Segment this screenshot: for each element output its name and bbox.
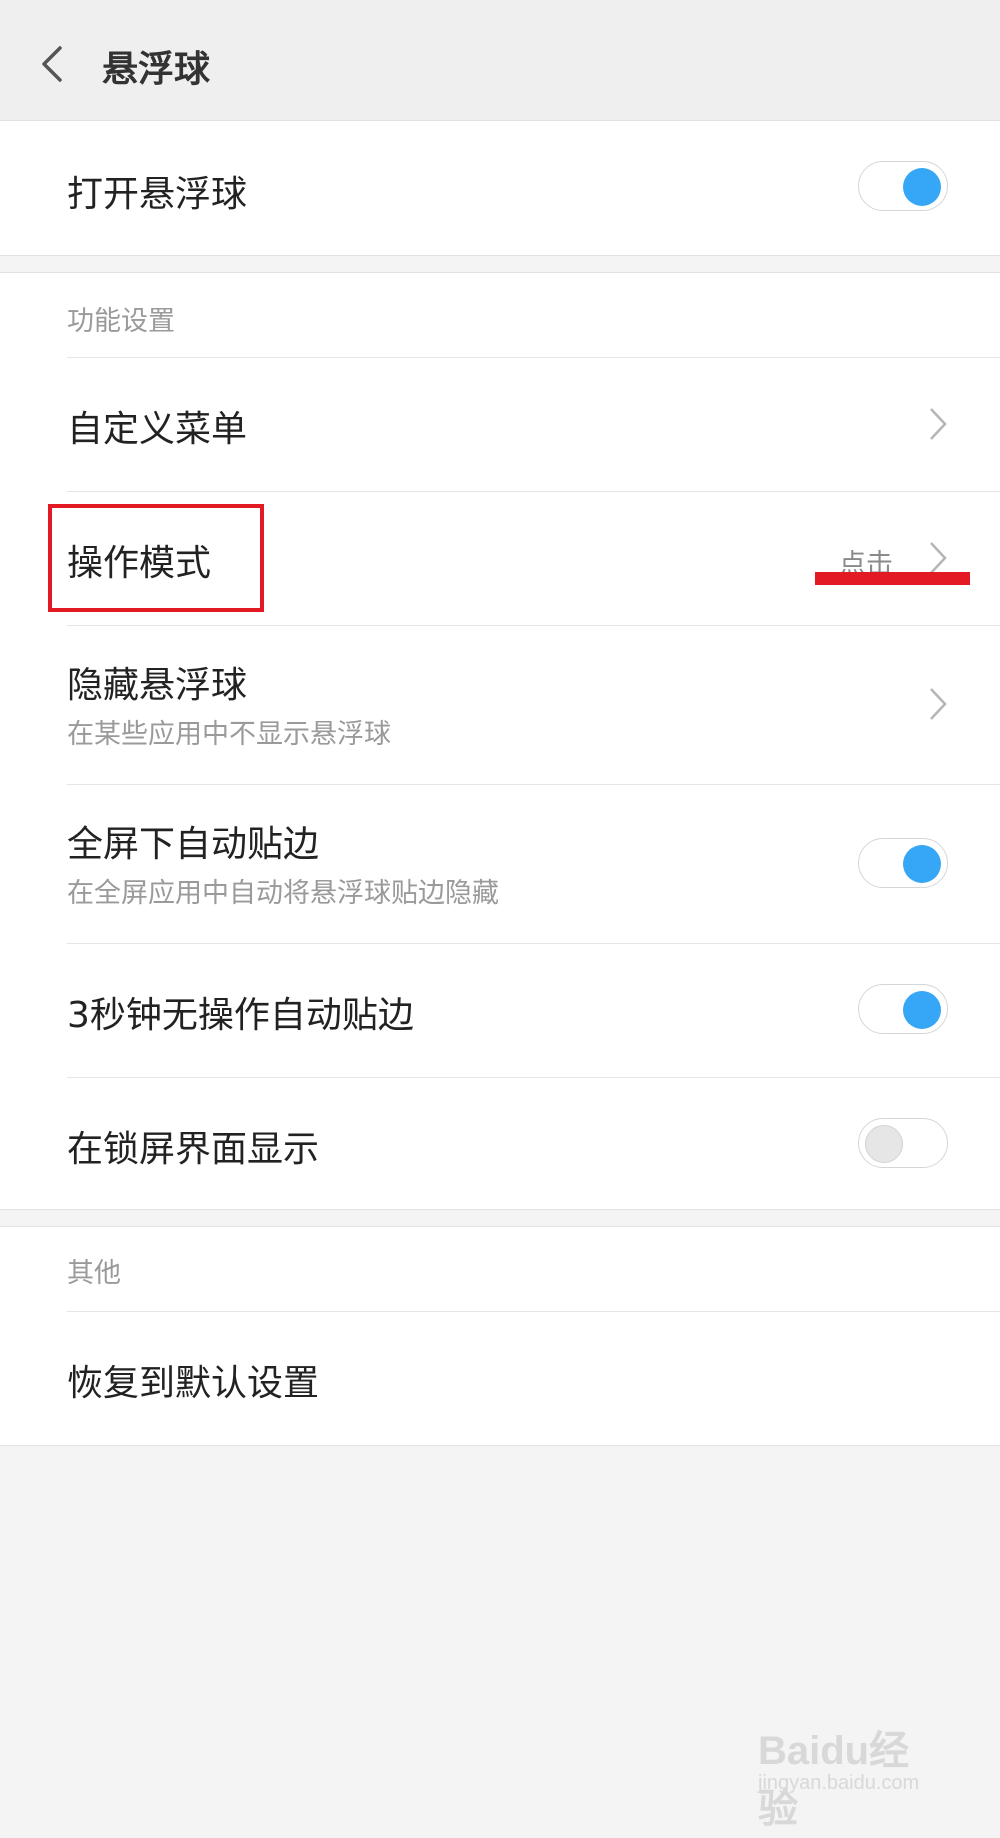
lockscreen-display-row[interactable]: 在锁屏界面显示 [0,1078,1000,1209]
chevron-right-icon [930,542,947,574]
restore-defaults-row[interactable]: 恢复到默认设置 [0,1312,1000,1445]
page-title: 悬浮球 [102,49,211,90]
function-settings-card: 功能设置 自定义菜单 操作模式 点击 隐藏悬浮球 在某些应用中不显示悬浮球 全屏… [0,272,1000,1210]
open-floating-ball-row[interactable]: 打开悬浮球 [0,121,1000,255]
fullscreen-edge-subtitle: 在全屏应用中自动将悬浮球贴边隐藏 [67,878,499,909]
toggle-knob [903,991,941,1029]
main-toggle-card: 打开悬浮球 [0,120,1000,256]
hide-floating-ball-subtitle: 在某些应用中不显示悬浮球 [67,719,391,750]
section-label-function: 功能设置 [67,306,175,337]
open-floating-ball-label: 打开悬浮球 [67,174,248,215]
fullscreen-edge-row[interactable]: 全屏下自动贴边 在全屏应用中自动将悬浮球贴边隐藏 [0,785,1000,943]
fullscreen-edge-label: 全屏下自动贴边 [67,824,320,865]
toggle-knob [903,168,941,206]
custom-menu-row[interactable]: 自定义菜单 [0,358,1000,491]
toggle-knob [865,1125,903,1163]
hide-floating-ball-row[interactable]: 隐藏悬浮球 在某些应用中不显示悬浮球 [0,626,1000,784]
custom-menu-label: 自定义菜单 [67,409,248,450]
watermark-url: jingyan.baidu.com [758,1772,920,1794]
back-arrow-icon[interactable] [38,44,66,84]
toggle-knob [903,845,941,883]
lockscreen-display-toggle[interactable] [858,1118,948,1168]
section-label-other: 其他 [67,1258,121,1289]
lockscreen-display-label: 在锁屏界面显示 [67,1129,320,1170]
baidu-watermark: Baidu经验 jingyan.baidu.com [758,1708,948,1831]
idle-edge-label: 3秒钟无操作自动贴边 [67,995,414,1036]
highlight-underline-annotation [815,572,970,585]
app-header: 悬浮球 [0,0,1000,121]
highlight-box-annotation [48,504,264,612]
fullscreen-edge-toggle[interactable] [858,838,948,888]
idle-edge-toggle[interactable] [858,984,948,1034]
chevron-right-icon [930,688,947,720]
open-floating-ball-toggle[interactable] [858,161,948,211]
other-settings-card: 其他 恢复到默认设置 [0,1226,1000,1446]
idle-edge-row[interactable]: 3秒钟无操作自动贴边 [0,944,1000,1077]
restore-defaults-label: 恢复到默认设置 [67,1363,320,1404]
hide-floating-ball-label: 隐藏悬浮球 [67,665,248,706]
chevron-right-icon [930,408,947,440]
